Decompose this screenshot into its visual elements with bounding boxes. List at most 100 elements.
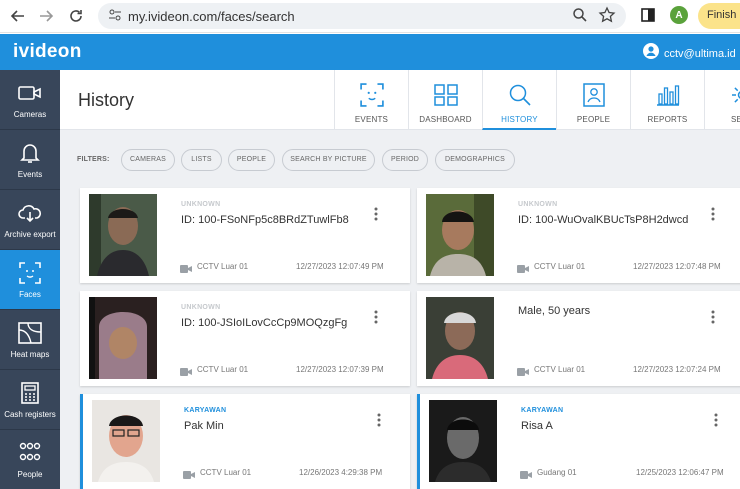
camera-name: CCTV Luar 01 bbox=[200, 468, 252, 477]
sidebar-item-archive-export[interactable]: Archive export bbox=[0, 190, 60, 250]
browser-toolbar: my.ivideon.com/faces/search A Finish u bbox=[0, 0, 740, 33]
video-camera-icon bbox=[180, 261, 192, 279]
filter-chip-people[interactable]: PEOPLE bbox=[228, 149, 275, 171]
sidebar-item-label: Cameras bbox=[13, 109, 47, 119]
event-timestamp: 12/27/2023 12:07:49 PM bbox=[296, 262, 384, 271]
tab-label: PEOPLE bbox=[576, 115, 611, 124]
finish-update-button[interactable]: Finish u bbox=[698, 3, 740, 29]
more-vertical-icon[interactable] bbox=[372, 206, 380, 222]
face-event-card[interactable]: UNKNOWN ID: 100-JSIoILovCcCp9MOQzgFg CCT… bbox=[80, 291, 410, 386]
face-thumbnail[interactable] bbox=[429, 400, 497, 482]
heatmap-icon bbox=[18, 321, 42, 345]
camera-name: CCTV Luar 01 bbox=[197, 365, 249, 374]
sidebar-item-label: People bbox=[17, 469, 43, 479]
video-camera-icon bbox=[517, 364, 529, 382]
more-vertical-icon[interactable] bbox=[709, 309, 717, 325]
filter-chip-search-by-picture[interactable]: SEARCH BY PICTURE bbox=[282, 149, 375, 171]
profile-avatar[interactable]: A bbox=[670, 6, 688, 24]
camera-name: CCTV Luar 01 bbox=[197, 262, 249, 271]
event-timestamp: 12/27/2023 12:07:39 PM bbox=[296, 365, 384, 374]
face-thumbnail[interactable] bbox=[92, 400, 160, 482]
event-timestamp: 12/26/2023 4:29:38 PM bbox=[299, 468, 383, 477]
person-tag: UNKNOWN bbox=[518, 201, 558, 208]
face-thumbnail[interactable] bbox=[89, 297, 157, 379]
face-event-card[interactable]: UNKNOWN ID: 100-FSoNFp5c8BRdZTuwlFb8 CCT… bbox=[80, 188, 410, 283]
tab-label: HISTORY bbox=[501, 115, 538, 124]
reload-icon[interactable] bbox=[66, 6, 86, 26]
sidebar-item-label: Cash registers bbox=[4, 409, 56, 419]
camera-name: CCTV Luar 01 bbox=[534, 365, 586, 374]
more-vertical-icon[interactable] bbox=[709, 206, 717, 222]
zoom-icon[interactable] bbox=[572, 7, 588, 28]
tab-label: EVENTS bbox=[354, 115, 389, 124]
tab-label: DASHBOARD bbox=[419, 115, 472, 124]
faces-topbar: History EVENTS DASHBOARD HISTORY PEOPLE bbox=[60, 70, 740, 130]
tab-reports[interactable]: REPORTS bbox=[630, 70, 704, 130]
tab-people[interactable]: PEOPLE bbox=[556, 70, 630, 130]
cash-register-icon bbox=[18, 381, 42, 405]
tab-history[interactable]: HISTORY bbox=[482, 70, 556, 130]
person-name: Male, 50 years bbox=[518, 305, 591, 317]
app-header: ivideon cctv@ultima.id bbox=[0, 34, 740, 70]
bar-chart-icon bbox=[655, 83, 681, 107]
more-vertical-icon[interactable] bbox=[712, 412, 720, 428]
bookmark-star-icon[interactable] bbox=[598, 6, 616, 29]
filter-chip-lists[interactable]: LISTS bbox=[181, 149, 222, 171]
face-thumbnail[interactable] bbox=[426, 297, 494, 379]
person-tag: UNKNOWN bbox=[181, 201, 221, 208]
sidebar-item-faces[interactable]: Faces bbox=[0, 250, 60, 310]
filter-chip-period[interactable]: PERIOD bbox=[382, 149, 428, 171]
main-content: History EVENTS DASHBOARD HISTORY PEOPLE bbox=[60, 70, 740, 489]
tab-events[interactable]: EVENTS bbox=[334, 70, 408, 130]
user-menu[interactable]: cctv@ultima.id bbox=[643, 43, 736, 64]
sidebar: Cameras Events Archive export Faces Heat… bbox=[0, 70, 60, 489]
face-thumbnail[interactable] bbox=[426, 194, 494, 276]
page-title: History bbox=[78, 90, 135, 110]
person-name: ID: 100-JSIoILovCcCp9MOQzgFg bbox=[181, 317, 348, 329]
face-event-card[interactable]: KARYAWAN Risa A Gudang 01 12/25/2023 12:… bbox=[417, 394, 740, 489]
sidebar-item-label: Events bbox=[17, 169, 43, 179]
sidebar-item-events[interactable]: Events bbox=[0, 130, 60, 190]
more-vertical-icon[interactable] bbox=[372, 309, 380, 325]
user-account-icon bbox=[643, 43, 659, 64]
bell-icon bbox=[18, 141, 42, 165]
people-icon bbox=[18, 441, 42, 465]
face-event-card[interactable]: Male, 50 years CCTV Luar 01 12/27/2023 1… bbox=[417, 291, 740, 386]
sidebar-item-label: Archive export bbox=[4, 229, 56, 239]
sidebar-item-cash-registers[interactable]: Cash registers bbox=[0, 370, 60, 430]
filter-chip-cameras[interactable]: CAMERAS bbox=[121, 149, 175, 171]
person-name: Risa A bbox=[521, 420, 553, 432]
tab-dashboard[interactable]: DASHBOARD bbox=[408, 70, 482, 130]
more-vertical-icon[interactable] bbox=[375, 412, 383, 428]
event-timestamp: 12/27/2023 12:07:48 PM bbox=[633, 262, 721, 271]
address-bar[interactable]: my.ivideon.com/faces/search bbox=[98, 3, 626, 29]
face-scan-icon bbox=[359, 83, 385, 107]
search-icon bbox=[507, 83, 533, 107]
ivideon-logo[interactable]: ivideon bbox=[13, 41, 82, 63]
site-settings-icon[interactable] bbox=[108, 8, 122, 27]
face-scan-icon bbox=[18, 261, 42, 285]
back-arrow-icon[interactable] bbox=[8, 6, 28, 26]
face-event-card[interactable]: KARYAWAN Pak Min CCTV Luar 01 12/26/2023… bbox=[80, 394, 410, 489]
tab-label: SET bbox=[731, 115, 740, 124]
user-email: cctv@ultima.id bbox=[664, 47, 736, 60]
person-tag: KARYAWAN bbox=[521, 407, 564, 414]
sidebar-item-heat-maps[interactable]: Heat maps bbox=[0, 310, 60, 370]
filter-chip-demographics[interactable]: DEMOGRAPHICS bbox=[435, 149, 515, 171]
sidebar-item-people[interactable]: People bbox=[0, 430, 60, 489]
person-name: ID: 100-FSoNFp5c8BRdZTuwlFb8 bbox=[181, 214, 349, 226]
side-panel-icon[interactable] bbox=[640, 7, 656, 28]
face-thumbnail[interactable] bbox=[89, 194, 157, 276]
person-tag: UNKNOWN bbox=[181, 304, 221, 311]
tab-settings[interactable]: SET bbox=[704, 70, 740, 130]
video-camera-icon bbox=[183, 467, 195, 485]
sidebar-item-cameras[interactable]: Cameras bbox=[0, 70, 60, 130]
filters-bar: FILTERS: CAMERAS LISTS PEOPLE SEARCH BY … bbox=[60, 144, 740, 174]
cloud-download-icon bbox=[18, 201, 42, 225]
person-tag: KARYAWAN bbox=[184, 407, 227, 414]
video-camera-icon bbox=[520, 467, 532, 485]
forward-arrow-icon[interactable] bbox=[36, 6, 56, 26]
face-event-card[interactable]: UNKNOWN ID: 100-WuOvalKBUcTsP8H2dwcd CCT… bbox=[417, 188, 740, 283]
tab-label: REPORTS bbox=[647, 115, 688, 124]
gear-icon bbox=[729, 83, 740, 107]
